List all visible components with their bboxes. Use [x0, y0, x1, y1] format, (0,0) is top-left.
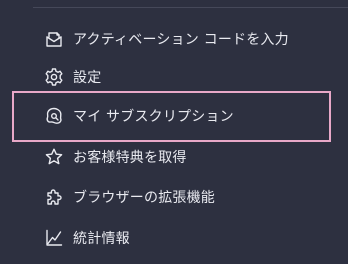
menu-item-label: 設定 [73, 70, 102, 86]
gear-icon [44, 67, 64, 87]
menu-item-label: アクティベーション コードを入力 [73, 32, 289, 48]
menu-item-label: 統計情報 [73, 231, 130, 247]
menu-item-settings[interactable]: 設定 [44, 65, 101, 89]
subscription-badge-icon [44, 106, 64, 126]
menu-item-my-subscription[interactable]: マイ サブスクリプション [44, 104, 234, 128]
star-icon [44, 147, 64, 167]
chart-icon [44, 228, 64, 248]
puzzle-icon [44, 187, 64, 207]
gift-envelope-icon [44, 29, 64, 49]
menu-item-browser-extensions[interactable]: ブラウザーの拡張機能 [44, 185, 215, 209]
menu-item-label: マイ サブスクリプション [73, 109, 234, 125]
menu-item-get-rewards[interactable]: お客様特典を取得 [44, 145, 187, 169]
side-menu: アクティベーション コードを入力 設定 マイ サブスクリプション お客様特典を取… [0, 0, 348, 264]
menu-item-label: ブラウザーの拡張機能 [73, 190, 215, 206]
menu-item-statistics[interactable]: 統計情報 [44, 226, 130, 250]
menu-item-enter-activation-code[interactable]: アクティベーション コードを入力 [44, 27, 289, 51]
menu-item-label: お客様特典を取得 [73, 150, 187, 166]
